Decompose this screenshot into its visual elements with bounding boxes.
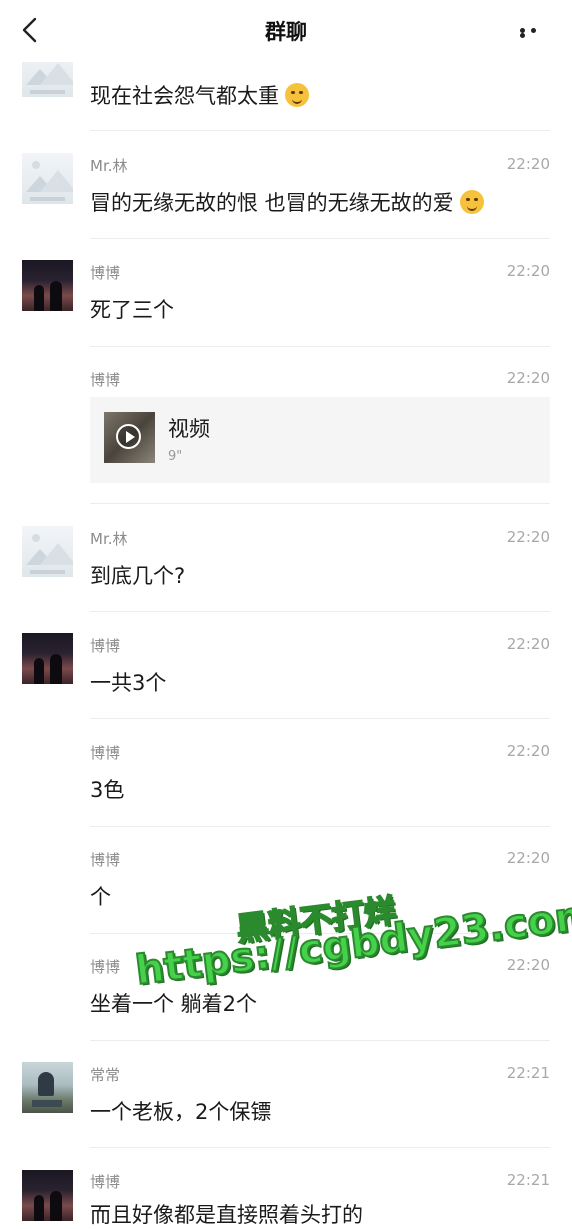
message-time: 22:20: [506, 155, 550, 173]
sender-name: Mr.林: [90, 530, 128, 548]
divider: [90, 611, 550, 612]
more-horizontal-icon[interactable]: [520, 28, 550, 38]
message-time: 22:20: [506, 635, 550, 653]
sender-name: 博博: [90, 744, 121, 762]
sender-name: Mr.林: [90, 157, 128, 175]
avatar[interactable]: [22, 526, 73, 577]
sender-name: 博博: [90, 371, 121, 389]
sender-name: 常常: [90, 1066, 121, 1084]
message-list: 现在社会怨气都太重 Mr.林 22:20 冒的无缘无故的恨 也冒的无缘无故的爱 …: [0, 0, 572, 1227]
message-time: 22:21: [506, 1064, 550, 1082]
message-text: 坐着一个 躺着2个: [90, 992, 258, 1016]
divider: [90, 1147, 550, 1148]
message-text: 一个老板，2个保镖: [90, 1100, 272, 1124]
video-title: 视频: [168, 417, 210, 441]
sender-name: 博博: [90, 958, 121, 976]
message-time: 22:20: [506, 849, 550, 867]
avatar[interactable]: [22, 633, 73, 684]
video-duration: 9": [168, 449, 183, 464]
avatar[interactable]: [22, 1170, 73, 1221]
sender-name: 博博: [90, 1173, 121, 1191]
video-thumbnail: [104, 412, 155, 463]
laughing-tears-emoji: [285, 83, 309, 107]
message-time: 22:20: [506, 528, 550, 546]
message-text: 一共3个: [90, 671, 167, 695]
message-text: 死了三个: [90, 298, 174, 322]
message-text: 个: [90, 885, 111, 909]
message-text: 到底几个?: [90, 564, 186, 588]
video-message[interactable]: 视频 9": [90, 397, 550, 483]
message-text: 冒的无缘无故的恨 也冒的无缘无故的爱: [90, 187, 484, 217]
sender-name: 博博: [90, 264, 121, 282]
message-time: 22:20: [506, 742, 550, 760]
blushing-smile-emoji: [459, 190, 484, 214]
divider: [90, 346, 550, 347]
message-text: 而且好像都是直接照着头打的: [90, 1203, 363, 1227]
sender-name: 博博: [90, 851, 121, 869]
play-icon[interactable]: [116, 424, 141, 449]
message-time: 22:20: [506, 956, 550, 974]
avatar[interactable]: [22, 1062, 73, 1113]
message-text: 现在社会怨气都太重: [90, 80, 309, 110]
divider: [90, 933, 550, 934]
avatar[interactable]: [22, 153, 73, 204]
divider: [90, 503, 550, 504]
page-title: 群聊: [265, 20, 307, 44]
divider: [90, 1040, 550, 1041]
sender-name: 博博: [90, 637, 121, 655]
nav-bar: 群聊: [0, 0, 572, 62]
avatar[interactable]: [22, 260, 73, 311]
divider: [90, 130, 550, 131]
divider: [90, 718, 550, 719]
divider: [90, 826, 550, 827]
message-time: 22:20: [506, 369, 550, 387]
message-text: 3色: [90, 778, 125, 802]
message-time: 22:20: [506, 262, 550, 280]
divider: [90, 238, 550, 239]
message-time: 22:21: [506, 1171, 550, 1189]
